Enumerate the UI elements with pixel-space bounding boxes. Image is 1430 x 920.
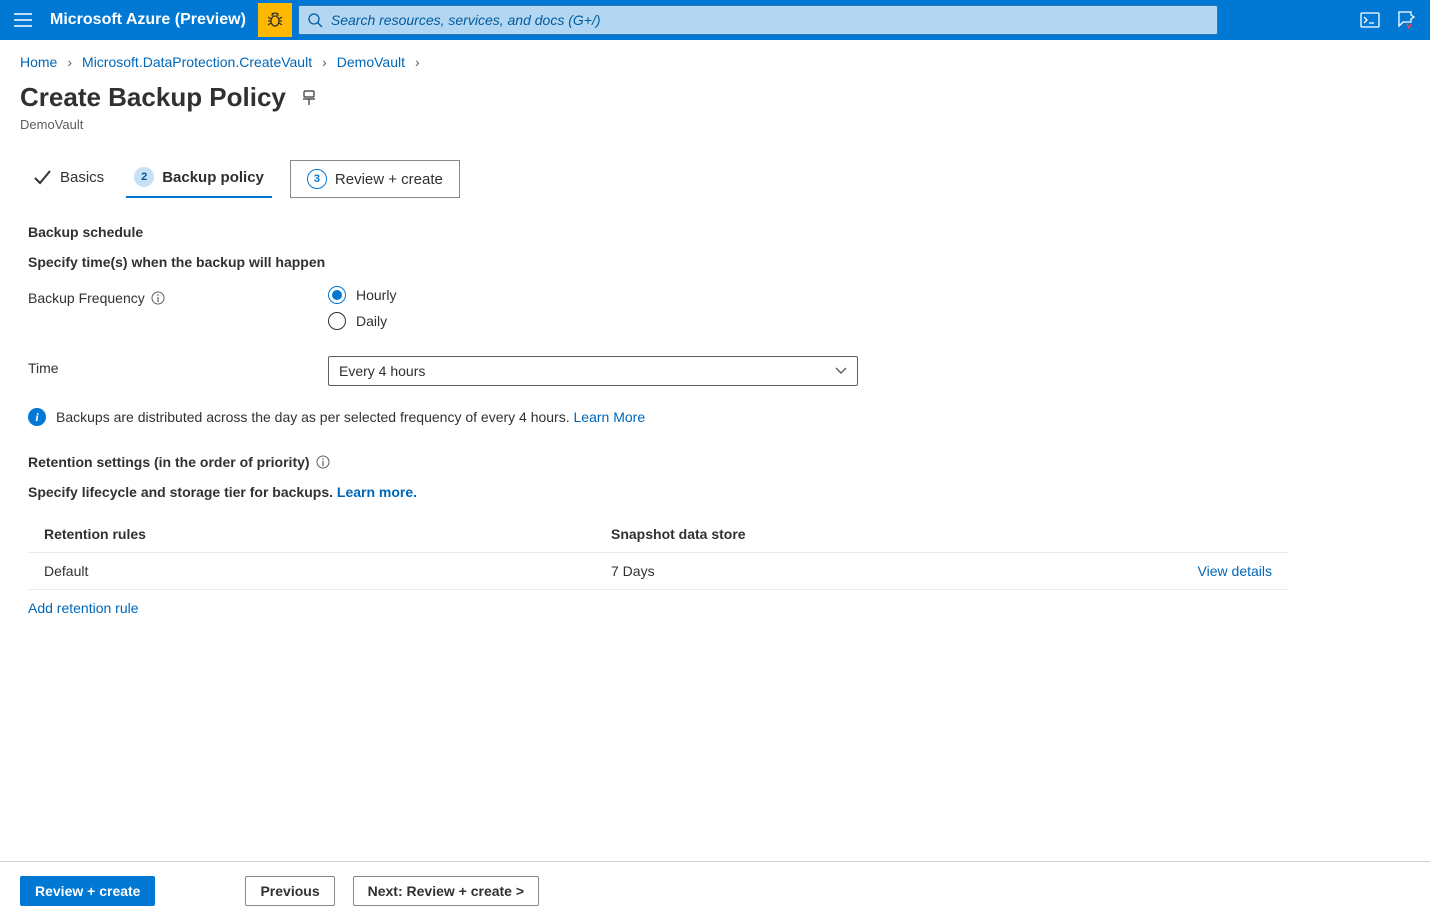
tab-review-create[interactable]: 3 Review + create (290, 160, 460, 198)
info-icon[interactable] (316, 455, 330, 469)
tab-basics-label: Basics (60, 169, 104, 186)
search-input[interactable] (298, 5, 1218, 35)
chevron-right-icon: › (322, 54, 327, 70)
retention-heading: Retention settings (in the order of prio… (28, 454, 310, 470)
chevron-right-icon: › (415, 54, 420, 70)
radio-hourly[interactable]: Hourly (328, 286, 396, 304)
chevron-right-icon: › (67, 54, 72, 70)
search-wrap (298, 5, 1340, 35)
cloud-shell-icon[interactable] (1352, 2, 1388, 38)
radio-daily[interactable]: Daily (328, 312, 396, 330)
tab-backup-policy-label: Backup policy (162, 169, 264, 186)
search-field[interactable] (331, 12, 1209, 28)
tab-basics[interactable]: Basics (28, 161, 108, 197)
col-store: Snapshot data store (595, 516, 1128, 553)
retention-sub: Specify lifecycle and storage tier for b… (28, 484, 333, 500)
review-create-button[interactable]: Review + create (20, 876, 155, 906)
radio-daily-label: Daily (356, 313, 387, 329)
breadcrumb-demovault[interactable]: DemoVault (337, 54, 405, 70)
radio-dot-icon (328, 312, 346, 330)
info-icon[interactable] (151, 291, 165, 305)
previous-button[interactable]: Previous (245, 876, 334, 906)
breadcrumb: Home › Microsoft.DataProtection.CreateVa… (0, 40, 1430, 74)
radio-hourly-label: Hourly (356, 287, 396, 303)
freq-radio-group: Hourly Daily (328, 286, 396, 330)
schedule-heading: Backup schedule (28, 224, 1402, 240)
add-retention-rule-link[interactable]: Add retention rule (28, 600, 139, 616)
brand-label: Microsoft Azure (Preview) (50, 11, 246, 29)
view-details-link[interactable]: View details (1198, 563, 1272, 579)
check-icon (32, 167, 52, 187)
pin-icon[interactable] (300, 89, 318, 107)
next-button[interactable]: Next: Review + create > (353, 876, 539, 906)
step-3-badge: 3 (307, 169, 327, 189)
retention-learn-more-link[interactable]: Learn more. (337, 484, 417, 500)
menu-icon[interactable] (6, 3, 40, 37)
page-title: Create Backup Policy (20, 82, 286, 113)
footer: Review + create Previous Next: Review + … (0, 861, 1430, 920)
time-label: Time (28, 356, 328, 376)
retention-table: Retention rules Snapshot data store Defa… (28, 516, 1288, 590)
row-name: Default (28, 553, 595, 590)
topbar: Microsoft Azure (Preview) (0, 0, 1430, 40)
tab-backup-policy[interactable]: 2 Backup policy (130, 161, 268, 197)
info-text: Backups are distributed across the day a… (56, 409, 570, 425)
col-rules: Retention rules (28, 516, 595, 553)
page-header: Create Backup Policy DemoVault (0, 74, 1430, 132)
table-row: Default 7 Days View details (28, 553, 1288, 590)
feedback-icon[interactable] (1388, 2, 1424, 38)
bug-icon[interactable] (258, 3, 292, 37)
time-select[interactable]: Every 4 hours (328, 356, 858, 386)
breadcrumb-home[interactable]: Home (20, 54, 57, 70)
schedule-sub: Specify time(s) when the backup will hap… (28, 254, 1402, 270)
radio-dot-icon (328, 286, 346, 304)
breadcrumb-createvault[interactable]: Microsoft.DataProtection.CreateVault (82, 54, 312, 70)
learn-more-link[interactable]: Learn More (574, 409, 646, 425)
info-badge-icon: i (28, 408, 46, 426)
step-2-badge: 2 (134, 167, 154, 187)
tab-review-label: Review + create (335, 171, 443, 188)
time-select-value: Every 4 hours (339, 363, 425, 379)
freq-label: Backup Frequency (28, 290, 145, 306)
search-icon (307, 12, 323, 28)
tabs: Basics 2 Backup policy 3 Review + create (0, 132, 1430, 198)
page-subtitle: DemoVault (20, 117, 1410, 132)
chevron-down-icon (835, 367, 847, 375)
content: Backup schedule Specify time(s) when the… (0, 198, 1430, 861)
row-value: 7 Days (595, 553, 1128, 590)
freq-label-wrap: Backup Frequency (28, 286, 328, 306)
info-row: i Backups are distributed across the day… (28, 408, 1402, 426)
